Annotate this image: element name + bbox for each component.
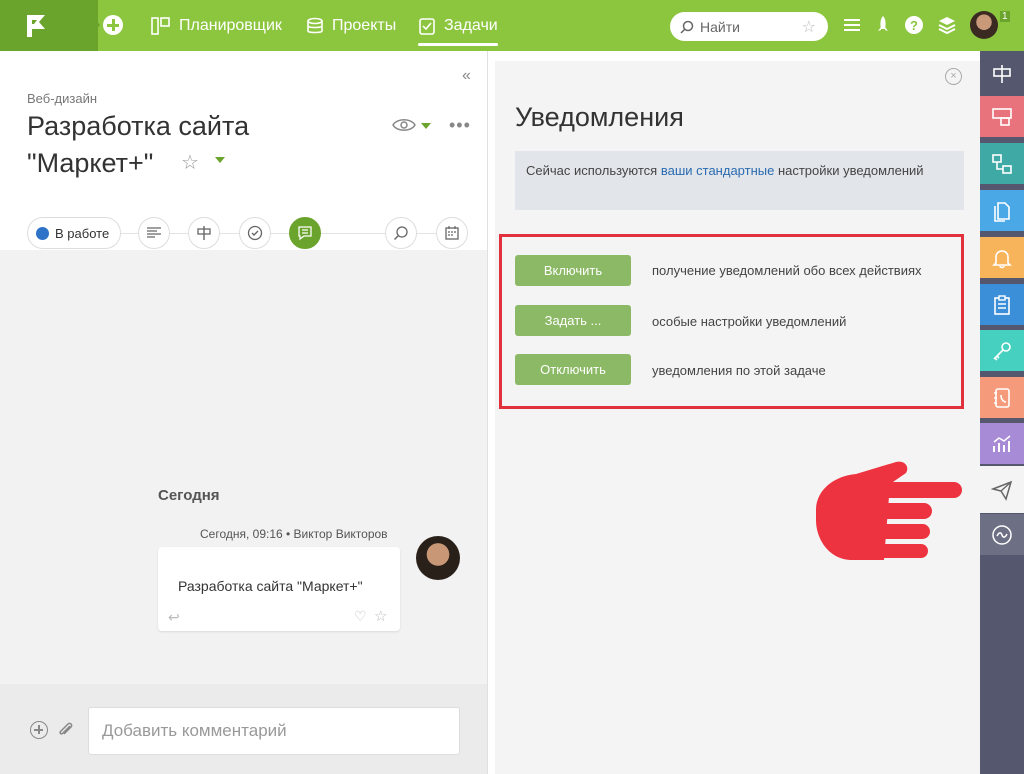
- notifications-info-box: Сейчас используются ваши стандартные нас…: [515, 151, 964, 210]
- nav-planner-label: Планировщик: [179, 16, 282, 34]
- sidebar-item-activity[interactable]: [980, 514, 1024, 555]
- nav-projects-label: Проекты: [332, 16, 397, 34]
- signpost-icon: [993, 64, 1011, 83]
- projects-icon: [307, 17, 323, 33]
- title-dropdown-caret-icon[interactable]: [215, 157, 225, 163]
- collapse-panel-icon[interactable]: «: [462, 67, 471, 85]
- analytics-icon: [993, 434, 1011, 452]
- search-field[interactable]: Найти ☆: [670, 12, 828, 41]
- message-card: Разработка сайта "Маркет+" ↩ ♡ ☆: [158, 547, 400, 631]
- paperclip-icon[interactable]: [57, 720, 75, 740]
- status-label: В работе: [55, 225, 110, 241]
- search-placeholder: Найти: [700, 18, 740, 35]
- bell-icon: [992, 249, 1012, 268]
- disable-description: уведомления по этой задаче: [652, 363, 826, 378]
- favorites-star-icon[interactable]: ☆: [802, 17, 816, 37]
- sidebar-item-notifications[interactable]: [980, 466, 1024, 513]
- text-lines-icon: [147, 227, 161, 238]
- signpost-icon: [197, 226, 211, 240]
- send-icon: [991, 480, 1013, 501]
- calendar-button[interactable]: [436, 217, 468, 249]
- logo-arrow: [78, 0, 100, 50]
- flow-icon: [992, 153, 1012, 174]
- status-dot: [36, 226, 49, 240]
- watch-eye-icon[interactable]: [392, 117, 416, 133]
- layers-icon[interactable]: [937, 15, 957, 35]
- nav-projects[interactable]: Проекты: [306, 0, 396, 51]
- help-icon[interactable]: ?: [904, 15, 924, 35]
- message-star-icon[interactable]: ☆: [374, 607, 387, 625]
- info-suffix: настройки уведомлений: [774, 163, 924, 178]
- description-button[interactable]: [138, 217, 170, 249]
- enable-notifications-button[interactable]: Включить: [515, 255, 631, 286]
- favorite-star-icon[interactable]: ☆: [181, 150, 199, 175]
- status-pill[interactable]: В работе: [27, 217, 121, 249]
- menu-icon[interactable]: [842, 15, 862, 35]
- comment-input[interactable]: Добавить комментарий: [88, 707, 460, 755]
- pointing-hand-icon: [816, 461, 962, 560]
- sidebar-item-analytics[interactable]: [980, 423, 1024, 464]
- user-avatar[interactable]: [970, 11, 998, 39]
- sidebar-item-checklist[interactable]: [980, 284, 1024, 325]
- svg-text:?: ?: [910, 18, 918, 33]
- custom-notifications-button[interactable]: Задать ...: [515, 305, 631, 336]
- watch-dropdown-caret-icon[interactable]: [421, 123, 431, 129]
- sidebar-item-access[interactable]: [980, 330, 1024, 371]
- tasks-icon: [419, 17, 435, 35]
- task-title: Разработка сайта "Маркет+": [27, 111, 250, 178]
- custom-description: особые настройки уведомлений: [652, 314, 847, 329]
- phone-book-icon: [994, 387, 1010, 408]
- comments-button[interactable]: [289, 217, 321, 249]
- board-icon: [992, 107, 1012, 126]
- flag-logo-icon[interactable]: [24, 13, 48, 39]
- sidebar-item-board[interactable]: [980, 96, 1024, 137]
- info-prefix: Сейчас используются: [526, 163, 661, 178]
- search-icon: [394, 226, 408, 240]
- planner-icon: [151, 16, 170, 35]
- add-attachment-plus-icon[interactable]: [30, 721, 48, 739]
- sidebar-item-contacts[interactable]: [980, 377, 1024, 418]
- notifications-title: Уведомления: [515, 102, 684, 132]
- check-circle-icon: [247, 225, 263, 241]
- calendar-icon: [445, 226, 459, 240]
- nav-planner[interactable]: Планировщик: [151, 0, 282, 51]
- search-comments-button[interactable]: [385, 217, 417, 249]
- sidebar-item-reminders[interactable]: [980, 237, 1024, 278]
- standard-settings-link[interactable]: ваши стандартные: [661, 163, 774, 178]
- sidebar-item-documents[interactable]: [980, 190, 1024, 231]
- checklist-button[interactable]: [239, 217, 271, 249]
- close-icon[interactable]: ×: [945, 68, 962, 85]
- disable-notifications-button[interactable]: Отключить: [515, 354, 631, 385]
- documents-icon: [994, 201, 1010, 222]
- clipboard-icon: [994, 294, 1010, 315]
- message-meta: Сегодня, 09:16 • Виктор Викторов: [200, 527, 388, 541]
- wave-icon: [992, 524, 1012, 545]
- comment-icon: [298, 226, 312, 241]
- nav-tasks-label: Задачи: [444, 16, 498, 34]
- notification-count-badge: 1: [1000, 11, 1010, 22]
- add-button[interactable]: [103, 15, 123, 35]
- breadcrumb[interactable]: Веб-дизайн: [27, 91, 97, 106]
- like-heart-icon[interactable]: ♡: [354, 608, 367, 625]
- rocket-icon[interactable]: [873, 15, 893, 35]
- stages-button[interactable]: [188, 217, 220, 249]
- nav-active-underline: [418, 43, 498, 46]
- reply-icon[interactable]: ↩: [168, 609, 180, 626]
- key-icon: [993, 341, 1011, 361]
- sidebar-item-flow[interactable]: [980, 143, 1024, 184]
- author-avatar[interactable]: [416, 536, 460, 580]
- enable-description: получение уведомлений обо всех действиях: [652, 263, 922, 278]
- sidebar-item-stages[interactable]: [980, 53, 1024, 94]
- feed-date-header: Сегодня: [158, 487, 220, 504]
- message-text: Разработка сайта "Маркет+": [178, 578, 363, 594]
- more-options-icon[interactable]: •••: [449, 115, 471, 136]
- search-icon: [680, 20, 694, 34]
